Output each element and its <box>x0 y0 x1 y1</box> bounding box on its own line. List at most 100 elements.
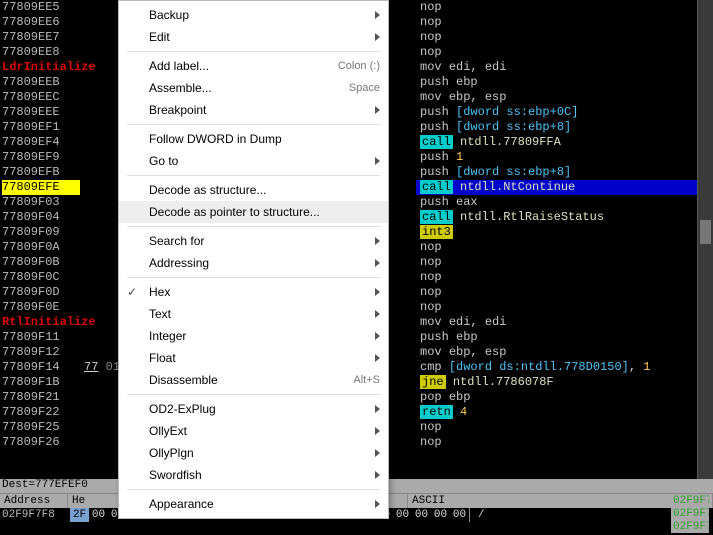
menu-item-hex[interactable]: ✓Hex <box>119 281 388 303</box>
chevron-right-icon <box>375 157 380 165</box>
stack-address: 02F9F70 <box>673 508 703 521</box>
menu-separator <box>127 489 380 490</box>
instruction-cell: push [dword ss:ebp+8] <box>416 165 713 180</box>
menu-item-assemble[interactable]: Assemble...Space <box>119 77 388 99</box>
address-cell: 77809EF4 <box>0 135 80 150</box>
scrollbar-thumb[interactable] <box>700 220 711 244</box>
stack-address: 02F9F70 <box>673 521 703 533</box>
menu-item-label: OllyExt <box>149 424 367 438</box>
instruction-cell: push 1 <box>416 150 713 165</box>
instruction-cell: push ebp <box>416 330 713 345</box>
menu-item-label: Add label... <box>149 59 338 73</box>
instruction-cell: nop <box>416 240 713 255</box>
instruction-cell: mov ebp, esp <box>416 90 713 105</box>
menu-item-swordfish[interactable]: Swordfish <box>119 464 388 486</box>
menu-item-label: Hex <box>149 285 367 299</box>
menu-item-label: Edit <box>149 30 367 44</box>
chevron-right-icon <box>375 259 380 267</box>
menu-item-label: Follow DWORD in Dump <box>149 132 380 146</box>
chevron-right-icon <box>375 354 380 362</box>
menu-item-decode-as-structure[interactable]: Decode as structure... <box>119 179 388 201</box>
menu-item-shortcut: Alt+S <box>353 374 380 386</box>
menu-item-label: Breakpoint <box>149 103 367 117</box>
instruction-cell: nop <box>416 15 713 30</box>
chevron-right-icon <box>375 471 380 479</box>
menu-item-label: Swordfish <box>149 468 367 482</box>
menu-item-ollyext[interactable]: OllyExt <box>119 420 388 442</box>
instruction-cell: cmp [dword ds:ntdll.778D0150], 1 <box>416 360 713 375</box>
instruction-cell: nop <box>416 0 713 15</box>
menu-item-edit[interactable]: Edit <box>119 26 388 48</box>
menu-item-shortcut: Space <box>349 82 380 94</box>
address-cell: 77809EFE <box>0 180 80 195</box>
hex-byte[interactable]: 00 <box>393 508 412 522</box>
instruction-cell: mov edi, edi <box>416 60 713 75</box>
address-cell: 77809F12 <box>0 345 80 360</box>
menu-separator <box>127 124 380 125</box>
hex-byte[interactable]: 00 <box>412 508 431 522</box>
instruction-cell: nop <box>416 30 713 45</box>
instruction-cell: nop <box>416 270 713 285</box>
address-cell: 77809F0E <box>0 300 80 315</box>
hex-header-ascii: ASCII <box>408 494 713 508</box>
menu-item-label: OD2-ExPlug <box>149 402 367 416</box>
menu-item-text[interactable]: Text <box>119 303 388 325</box>
instruction-cell: jne ntdll.7786078F <box>416 375 713 390</box>
menu-item-addressing[interactable]: Addressing <box>119 252 388 274</box>
address-cell: 77809F04 <box>0 210 80 225</box>
hex-byte[interactable]: 2F <box>70 508 89 522</box>
hex-row-ascii: / <box>469 508 485 522</box>
address-cell: 77809EE6 <box>0 15 80 30</box>
menu-separator <box>127 394 380 395</box>
menu-item-decode-as-pointer-to-structure[interactable]: Decode as pointer to structure... <box>119 201 388 223</box>
address-cell: 77809F0C <box>0 270 80 285</box>
instruction-cell: int3 <box>416 225 713 240</box>
menu-item-disassemble[interactable]: DisassembleAlt+S <box>119 369 388 391</box>
instruction-cell: nop <box>416 285 713 300</box>
menu-item-float[interactable]: Float <box>119 347 388 369</box>
instruction-cell: push eax <box>416 195 713 210</box>
menu-item-go-to[interactable]: Go to <box>119 150 388 172</box>
instruction-cell: retn 4 <box>416 405 713 420</box>
address-cell: 77809EEE <box>0 105 80 120</box>
menu-item-label: OllyPlgn <box>149 446 367 460</box>
address-cell: 77809F0D <box>0 285 80 300</box>
menu-item-label: Go to <box>149 154 367 168</box>
menu-item-integer[interactable]: Integer <box>119 325 388 347</box>
vertical-scrollbar[interactable] <box>697 0 713 480</box>
menu-item-backup[interactable]: Backup <box>119 4 388 26</box>
menu-separator <box>127 226 380 227</box>
menu-item-od2-explug[interactable]: OD2-ExPlug <box>119 398 388 420</box>
hex-header-address: Address <box>0 494 68 508</box>
instruction-cell: call ntdll.77809FFA <box>416 135 713 150</box>
instruction-cell: nop <box>416 300 713 315</box>
address-cell: 77809F14 <box>0 360 80 375</box>
chevron-right-icon <box>375 427 380 435</box>
menu-item-ollyplgn[interactable]: OllyPlgn <box>119 442 388 464</box>
menu-item-label: Disassemble <box>149 373 353 387</box>
chevron-right-icon <box>375 332 380 340</box>
menu-separator <box>127 277 380 278</box>
menu-item-search-for[interactable]: Search for <box>119 230 388 252</box>
instruction-cell: call ntdll.NtContinue <box>416 180 713 195</box>
menu-item-label: Decode as structure... <box>149 183 380 197</box>
instruction-cell: call ntdll.RtlRaiseStatus <box>416 210 713 225</box>
menu-item-label: Addressing <box>149 256 367 270</box>
hex-byte[interactable]: 00 <box>431 508 450 522</box>
menu-item-label: Appearance <box>149 497 367 511</box>
menu-item-breakpoint[interactable]: Breakpoint <box>119 99 388 121</box>
address-cell: 77809EF9 <box>0 150 80 165</box>
menu-separator <box>127 51 380 52</box>
menu-item-add-label[interactable]: Add label...Colon (:) <box>119 55 388 77</box>
instruction-cell: pop ebp <box>416 390 713 405</box>
address-cell: 77809F26 <box>0 435 80 450</box>
menu-item-appearance[interactable]: Appearance <box>119 493 388 515</box>
stack-address: 02F9F70 <box>673 495 703 508</box>
menu-item-follow-dword-in-dump[interactable]: Follow DWORD in Dump <box>119 128 388 150</box>
context-menu[interactable]: Backup Edit Add label...Colon (:)Assemble.… <box>118 0 389 519</box>
address-cell: 77809EE7 <box>0 30 80 45</box>
address-cell: 77809F09 <box>0 225 80 240</box>
hex-byte[interactable]: 00 <box>89 508 108 522</box>
address-cell: 77809EEC <box>0 90 80 105</box>
hex-byte[interactable]: 00 <box>450 508 469 522</box>
